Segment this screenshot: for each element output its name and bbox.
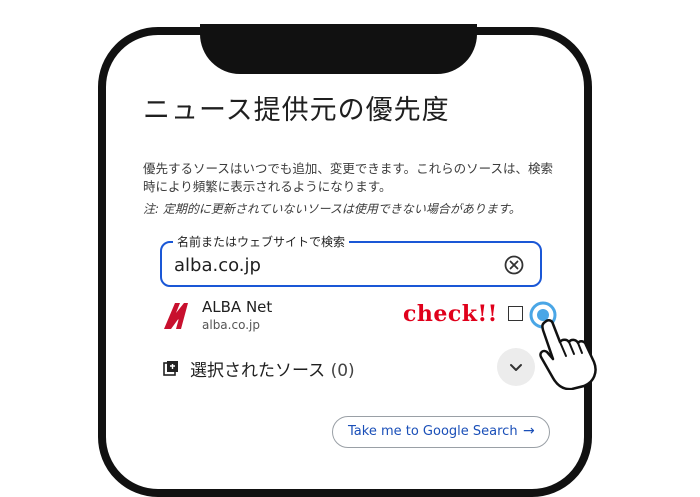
alba-logo bbox=[164, 303, 188, 329]
arrow-right-icon: → bbox=[523, 423, 535, 439]
page-description: 優先するソースはいつでも追加、変更できます。これらのソースは、検索時により頻繁に… bbox=[143, 161, 554, 194]
search-label: 名前またはウェブサイトで検索 bbox=[173, 233, 350, 250]
expand-selected-button[interactable] bbox=[497, 348, 535, 386]
result-url: alba.co.jp bbox=[202, 318, 260, 332]
clear-icon[interactable] bbox=[504, 255, 524, 275]
page-title: ニュース提供元の優先度 bbox=[143, 95, 450, 126]
page-note: 注: 定期的に更新されていないソースは使用できない場合があります。 bbox=[143, 202, 521, 216]
phone-notch bbox=[200, 24, 477, 74]
google-search-button[interactable]: Take me to Google Search → bbox=[332, 416, 550, 448]
selected-sources-label: 選択されたソース (0) bbox=[190, 356, 355, 381]
result-name[interactable]: ALBA Net bbox=[202, 298, 272, 316]
selected-sources-text: 選択されたソース bbox=[190, 361, 326, 381]
selected-count: (0) bbox=[330, 361, 355, 381]
pointing-hand-icon bbox=[539, 319, 597, 390]
search-value[interactable]: alba.co.jp bbox=[174, 255, 261, 276]
checkbox[interactable] bbox=[508, 306, 523, 321]
check-annotation: check!! bbox=[403, 301, 498, 327]
chevron-down-icon bbox=[510, 364, 522, 371]
google-search-button-label: Take me to Google Search bbox=[348, 424, 518, 439]
sources-icon bbox=[163, 361, 178, 376]
